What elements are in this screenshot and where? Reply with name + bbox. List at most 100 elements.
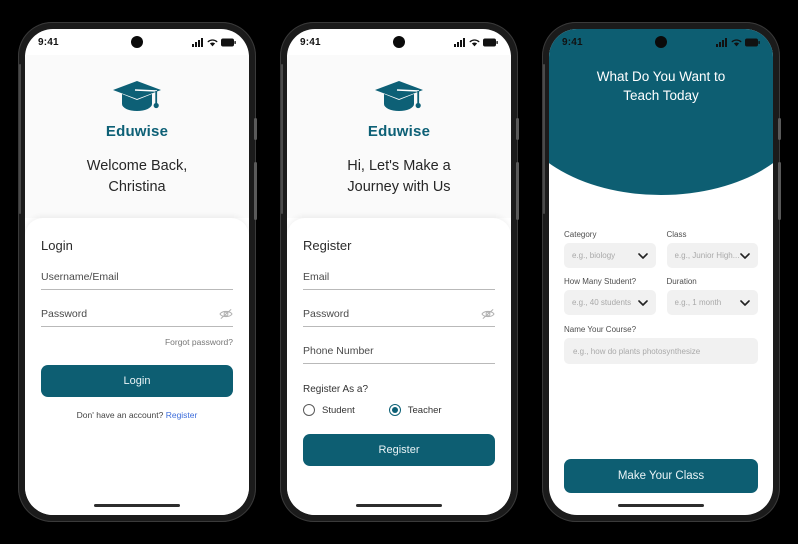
make-your-class-button[interactable]: Make Your Class — [564, 459, 758, 493]
radio-option-teacher[interactable]: Teacher — [388, 404, 442, 417]
teach-form-spacer — [564, 364, 758, 459]
register-link[interactable]: Register — [166, 410, 198, 420]
password-field-label: Password — [41, 308, 88, 321]
teach-screen: 9:41 What Do You Want to Teach Today Cat… — [549, 29, 773, 515]
hero-title-line1: What Do You Want to — [596, 69, 726, 84]
role-question-label: Register As a? — [303, 384, 369, 396]
volume-button[interactable] — [254, 118, 257, 140]
page-title-line1: Hi, Let's Make a — [347, 158, 451, 174]
field-student-count: How Many Student? e.g., 40 students — [564, 277, 656, 315]
register-prompt: Don' have an account? Register — [41, 410, 233, 420]
status-time: 9:41 — [562, 36, 583, 48]
teach-form-grid: Category e.g., biology Class e.g., Junio… — [564, 230, 758, 315]
login-card: Login Username/Email Password Forgot pas… — [25, 218, 249, 515]
radio-option-student-label: Student — [322, 404, 355, 416]
duration-select[interactable]: e.g., 1 month — [666, 290, 758, 315]
register-button[interactable]: Register — [303, 434, 495, 467]
home-indicator[interactable] — [618, 503, 704, 507]
password-field[interactable]: Password — [41, 304, 233, 328]
field-course-name-label: Name Your Course? — [564, 325, 637, 334]
card-spacer — [303, 466, 495, 515]
card-title: Login — [41, 238, 73, 254]
page-title-line1: Welcome Back, — [86, 158, 188, 174]
field-category-label: Category — [564, 230, 597, 239]
phone-number-field[interactable]: Phone Number — [303, 341, 495, 365]
wifi-icon — [207, 38, 218, 46]
class-select-placeholder: e.g., Junior High... — [674, 251, 740, 260]
status-time: 9:41 — [300, 36, 321, 48]
username-field[interactable]: Username/Email — [41, 267, 233, 291]
graduation-cap-icon — [113, 81, 161, 111]
chevron-down-icon — [637, 299, 648, 306]
class-select[interactable]: e.g., Junior High... — [666, 243, 758, 268]
phone-register: 9:41 Eduwise Hi, Let's Make a Journey wi… — [280, 22, 519, 522]
status-icons — [454, 37, 498, 47]
status-icons — [192, 37, 236, 47]
student-count-select-placeholder: e.g., 40 students — [572, 298, 632, 307]
field-category: Category e.g., biology — [564, 230, 656, 268]
front-camera-punch-hole — [393, 36, 405, 48]
radio-circle-filled-icon — [388, 404, 401, 417]
page-title: Welcome Back, Christina — [69, 156, 205, 218]
page-title: Hi, Let's Make a Journey with Us — [329, 156, 469, 218]
field-class: Class e.g., Junior High... — [666, 230, 758, 268]
volume-button[interactable] — [778, 118, 781, 140]
register-screen: 9:41 Eduwise Hi, Let's Make a Journey wi… — [287, 29, 511, 515]
volume-button[interactable] — [516, 118, 519, 140]
hero-title: What Do You Want to Teach Today — [569, 67, 752, 105]
cellular-signal-icon — [192, 37, 203, 47]
cellular-signal-icon — [454, 37, 465, 47]
status-icons — [716, 37, 760, 47]
front-camera-punch-hole — [131, 36, 143, 48]
login-screen: 9:41 Eduwise Welcome Back, Christina Log… — [25, 29, 249, 515]
eye-off-icon[interactable] — [219, 308, 233, 320]
battery-icon — [483, 38, 498, 46]
power-button[interactable] — [778, 162, 781, 220]
radio-option-teacher-label: Teacher — [407, 404, 442, 416]
field-duration-label: Duration — [666, 277, 697, 286]
teach-form: Category e.g., biology Class e.g., Junio… — [549, 230, 773, 515]
power-button[interactable] — [254, 162, 257, 220]
register-prompt-text: Don' have an account? — [76, 410, 164, 421]
field-course-name: Name Your Course? e.g., how do plants ph… — [564, 325, 758, 364]
phone-number-field-label: Phone Number — [303, 345, 374, 358]
username-field-label: Username/Email — [41, 271, 119, 284]
register-card: Register Email Password Phone Number Reg… — [287, 218, 511, 515]
chevron-down-icon — [740, 252, 750, 259]
brand-name: Eduwise — [367, 123, 431, 140]
brand-block: Eduwise — [106, 55, 168, 140]
email-field[interactable]: Email — [303, 267, 495, 291]
course-name-input-placeholder: e.g., how do plants photosynthesize — [573, 346, 701, 356]
field-duration: Duration e.g., 1 month — [666, 277, 758, 315]
course-name-input[interactable]: e.g., how do plants photosynthesize — [564, 338, 758, 364]
battery-icon — [745, 38, 760, 46]
brand-block: Eduwise — [368, 55, 430, 140]
eye-off-icon[interactable] — [481, 308, 495, 320]
phone-teach: 9:41 What Do You Want to Teach Today Cat… — [542, 22, 781, 522]
role-radio-group: Student Teacher — [303, 404, 495, 417]
phone-login: 9:41 Eduwise Welcome Back, Christina Log… — [18, 22, 257, 522]
category-select[interactable]: e.g., biology — [564, 243, 656, 268]
home-indicator[interactable] — [94, 503, 180, 507]
brand-name: Eduwise — [105, 123, 169, 140]
password-field[interactable]: Password — [303, 304, 495, 328]
register-header: Eduwise Hi, Let's Make a Journey with Us — [287, 55, 511, 219]
email-field-label: Email — [303, 271, 330, 284]
card-title: Register — [303, 238, 352, 254]
category-select-placeholder: e.g., biology — [572, 251, 616, 260]
chevron-down-icon — [740, 299, 750, 306]
cellular-signal-icon — [716, 37, 727, 47]
wifi-icon — [731, 38, 742, 46]
login-button[interactable]: Login — [41, 365, 233, 398]
duration-select-placeholder: e.g., 1 month — [674, 298, 722, 307]
home-indicator[interactable] — [356, 503, 442, 507]
field-class-label: Class — [666, 230, 687, 239]
student-count-select[interactable]: e.g., 40 students — [564, 290, 656, 315]
field-student-count-label: How Many Student? — [564, 277, 637, 286]
forgot-password-link[interactable]: Forgot password? — [165, 337, 233, 347]
graduation-cap-icon — [375, 81, 423, 111]
login-header: Eduwise Welcome Back, Christina — [25, 55, 249, 219]
card-spacer — [41, 420, 233, 515]
radio-option-student[interactable]: Student — [303, 404, 355, 417]
power-button[interactable] — [516, 162, 519, 220]
